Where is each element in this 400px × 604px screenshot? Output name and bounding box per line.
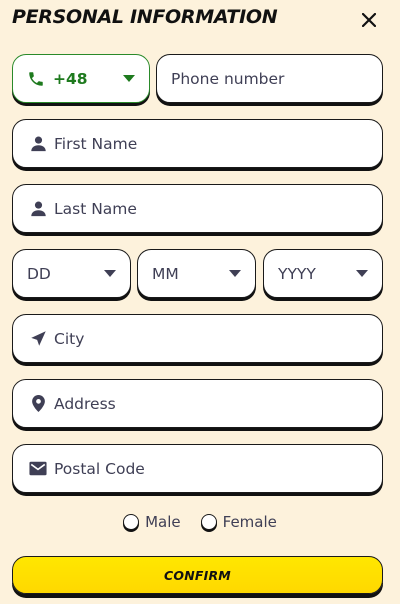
male-label: Male: [145, 513, 181, 531]
month-select-label: MM: [152, 264, 179, 283]
address-field[interactable]: Address: [12, 379, 383, 428]
city-field[interactable]: City: [12, 314, 383, 363]
phone-number-field[interactable]: Phone number: [156, 54, 383, 103]
chevron-down-icon: [356, 269, 368, 278]
confirm-label: CONFIRM: [164, 567, 231, 583]
month-select[interactable]: MM: [137, 249, 256, 298]
first-name-placeholder: First Name: [54, 134, 138, 153]
mail-icon: [29, 460, 47, 478]
city-placeholder: City: [54, 329, 85, 348]
year-select-label: YYYY: [278, 264, 316, 283]
user-icon: [29, 200, 47, 218]
female-label: Female: [222, 513, 277, 531]
user-icon: [29, 135, 47, 153]
gender-option-male[interactable]: Male: [123, 511, 181, 533]
confirm-button[interactable]: CONFIRM: [12, 556, 383, 594]
gender-group: Male Female: [0, 511, 400, 533]
year-select[interactable]: YYYY: [263, 249, 383, 298]
day-select[interactable]: DD: [12, 249, 131, 298]
country-code-value: +48: [27, 70, 88, 88]
day-select-label: DD: [27, 264, 51, 283]
last-name-field[interactable]: Last Name: [12, 184, 383, 233]
chevron-down-icon: [104, 269, 116, 278]
first-name-field[interactable]: First Name: [12, 119, 383, 168]
country-code-select[interactable]: +48: [12, 54, 150, 103]
chevron-down-icon: [123, 74, 135, 83]
country-code-label: +48: [53, 69, 88, 88]
gender-option-female[interactable]: Female: [200, 511, 277, 533]
page-title: PERSONAL INFORMATION: [12, 6, 278, 28]
male-radio[interactable]: [123, 514, 140, 530]
close-button[interactable]: [358, 9, 380, 31]
last-name-placeholder: Last Name: [54, 199, 137, 218]
female-radio[interactable]: [200, 514, 217, 530]
postal-code-placeholder: Postal Code: [54, 459, 145, 478]
map-pin-icon: [29, 395, 47, 413]
address-placeholder: Address: [54, 394, 116, 413]
phone-number-placeholder: Phone number: [171, 69, 285, 88]
postal-code-field[interactable]: Postal Code: [12, 444, 383, 493]
close-icon: [362, 13, 376, 27]
chevron-down-icon: [229, 269, 241, 278]
phone-icon: [29, 71, 43, 86]
navigation-arrow-icon: [29, 330, 47, 348]
